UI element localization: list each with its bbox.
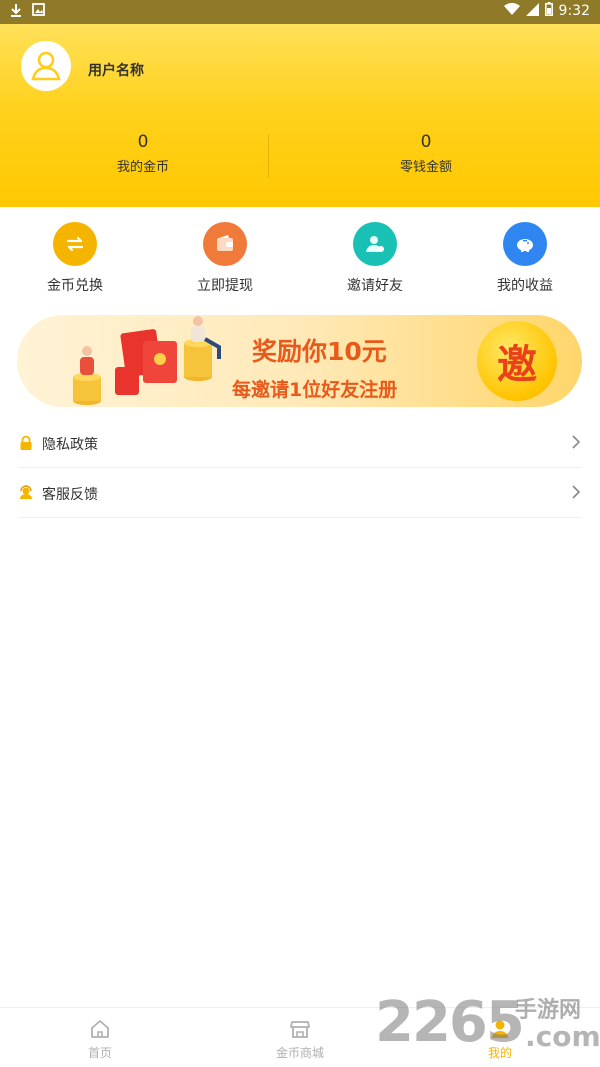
action-label: 立即提现: [197, 278, 253, 294]
watermark-digits: 2265: [375, 990, 525, 1055]
banner-illustration: [73, 316, 221, 405]
site-watermark: 2265 手游网 .com: [375, 990, 600, 1055]
watermark-suffix: .com: [525, 1020, 600, 1053]
invite-badge[interactable]: 邀: [477, 321, 557, 401]
coin-stat[interactable]: 0 我的金币: [18, 132, 268, 175]
download-icon: [10, 3, 22, 21]
nav-label: 首页: [87, 1046, 112, 1060]
piggy-bank-icon: [503, 222, 547, 266]
invite-badge-text: 邀: [497, 342, 537, 388]
nav-home[interactable]: 首页: [40, 1016, 160, 1061]
signal-icon: [525, 2, 539, 20]
customer-service-icon: [18, 485, 34, 501]
shop-icon: [287, 1016, 313, 1042]
username[interactable]: 用户名称: [88, 60, 144, 80]
nav-label: 金币商城: [275, 1046, 324, 1060]
home-icon: [87, 1016, 113, 1042]
profile-header: 用户名称 0 我的金币 0 零钱金额: [0, 24, 600, 207]
wifi-icon: [503, 2, 520, 20]
battery-icon: [544, 2, 553, 20]
banner-title: 奖励你10元: [252, 337, 387, 366]
nav-coin-shop[interactable]: 金币商城: [240, 1016, 360, 1061]
stat-divider: [268, 134, 269, 178]
wallet-icon: [203, 222, 247, 266]
coin-count: 0: [137, 132, 149, 152]
coin-label: 我的金币: [116, 160, 169, 175]
list-item-privacy-policy[interactable]: 隐私政策: [18, 418, 582, 468]
chevron-right-icon: [570, 484, 582, 500]
action-withdraw[interactable]: 立即提现: [170, 222, 280, 295]
status-bar: 9:32: [0, 0, 600, 24]
exchange-icon: [53, 222, 97, 266]
balance-stat[interactable]: 0 零钱金额: [301, 132, 551, 175]
list-item-label: 隐私政策: [42, 437, 98, 453]
list-item-label: 客服反馈: [42, 487, 98, 503]
status-time: 9:32: [558, 3, 590, 19]
quick-actions: 金币兑换 立即提现 邀请好友 我的收益: [0, 222, 600, 302]
image-icon: [32, 3, 45, 21]
avatar[interactable]: [21, 41, 71, 91]
banner-subtitle: 每邀请1位好友注册: [232, 379, 398, 401]
action-label: 金币兑换: [47, 278, 103, 294]
list-item-customer-feedback[interactable]: 客服反馈: [18, 468, 582, 518]
balance-amount: 0: [420, 132, 432, 152]
invite-banner[interactable]: 奖励你10元 每邀请1位好友注册 邀: [17, 315, 582, 407]
balance-label: 零钱金额: [399, 160, 452, 175]
user-avatar-icon: [31, 51, 61, 81]
action-invite[interactable]: 邀请好友: [320, 222, 430, 295]
action-label: 邀请好友: [347, 278, 403, 294]
chevron-right-icon: [570, 434, 582, 450]
invite-user-icon: [353, 222, 397, 266]
action-label: 我的收益: [497, 278, 553, 294]
settings-list: 隐私政策 客服反馈: [18, 418, 582, 518]
lock-icon: [18, 435, 34, 451]
action-earnings[interactable]: 我的收益: [470, 222, 580, 295]
action-coin-exchange[interactable]: 金币兑换: [20, 222, 130, 295]
